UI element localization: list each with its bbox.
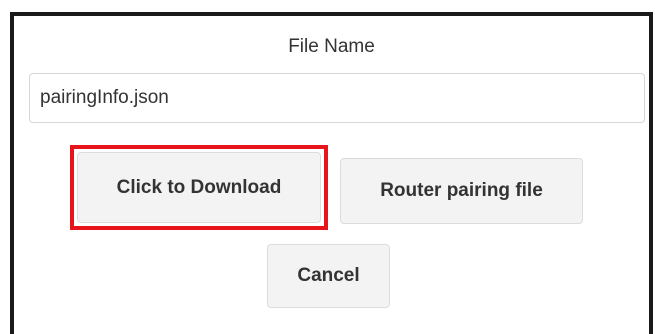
cancel-button[interactable]: Cancel [267, 244, 390, 308]
router-pairing-file-button[interactable]: Router pairing file [340, 158, 583, 224]
click-to-download-button[interactable]: Click to Download [77, 152, 321, 223]
file-download-dialog: File Name Click to Download Router pairi… [10, 12, 653, 334]
file-name-label: File Name [288, 36, 375, 57]
file-name-input[interactable] [29, 73, 645, 123]
